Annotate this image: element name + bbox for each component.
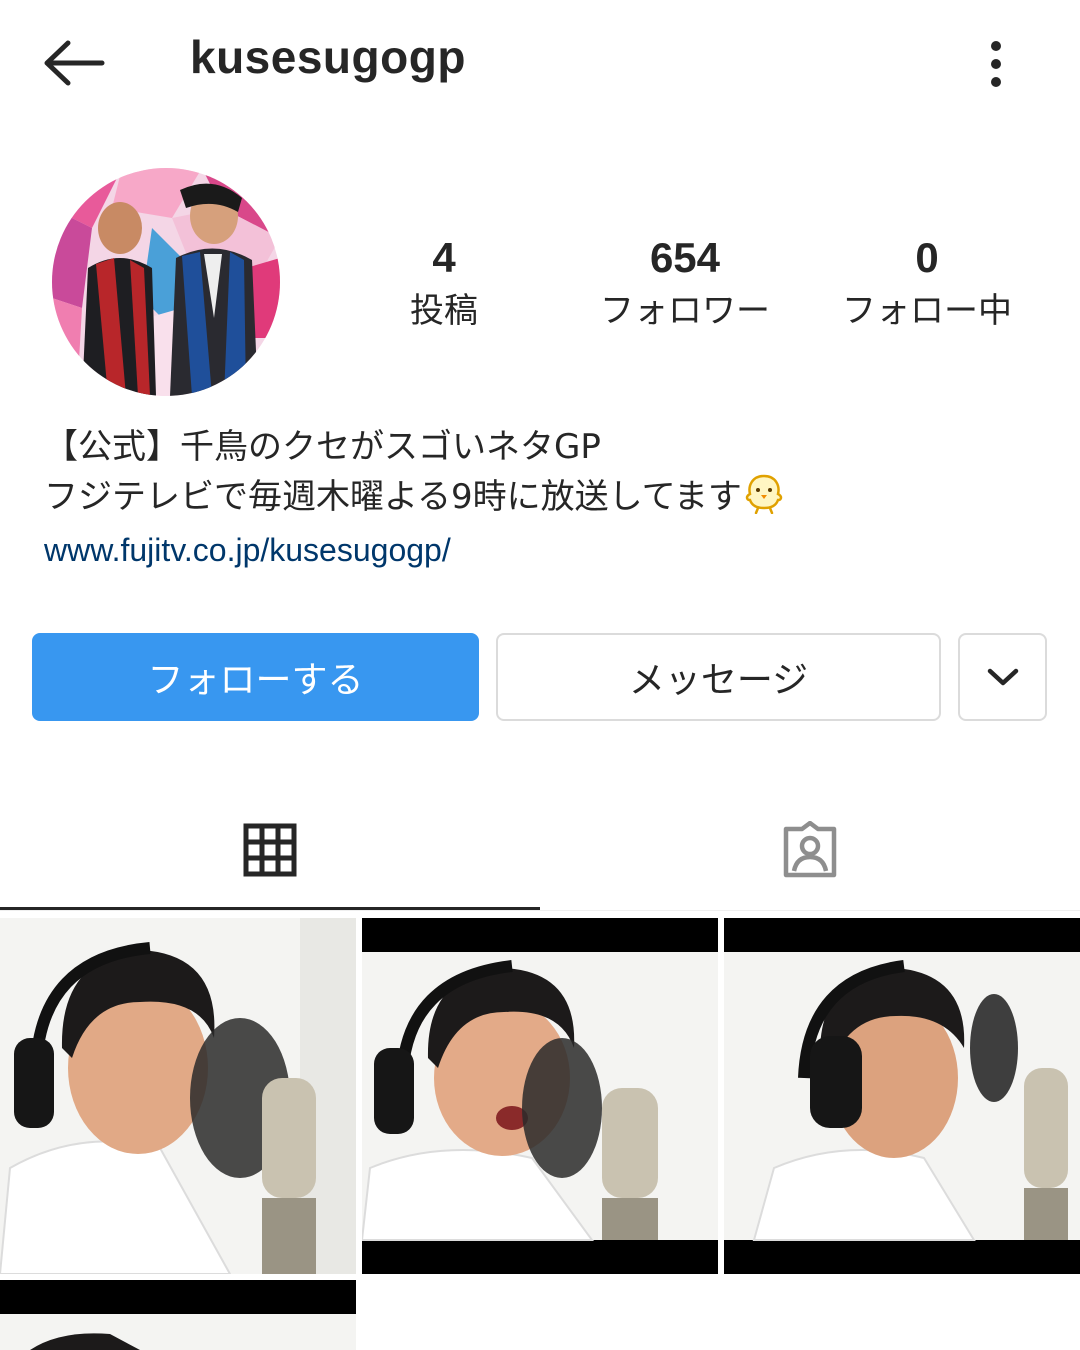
tab-posts-grid[interactable] [0, 790, 540, 910]
bio-line-1: 【公式】千鳥のクセがスゴいネタGP [44, 427, 601, 467]
profile-avatar[interactable] [52, 168, 280, 396]
stat-following[interactable]: 0 フォロー中 [822, 232, 1032, 338]
avatar-photo [52, 168, 280, 396]
followers-label: フォロワー [600, 291, 770, 331]
post-thumbnail[interactable] [724, 918, 1080, 1274]
grid-icon [243, 823, 297, 877]
post-thumbnail[interactable] [0, 918, 356, 1274]
message-button[interactable]: メッセージ [496, 633, 941, 721]
chevron-down-icon [987, 668, 1018, 686]
posts-count: 4 [432, 234, 456, 281]
posts-label: 投稿 [410, 291, 478, 331]
following-count: 0 [915, 234, 939, 281]
stat-posts[interactable]: 4 投稿 [384, 232, 504, 338]
post-thumbnail[interactable] [0, 1280, 356, 1350]
bio-website-link[interactable]: www.fujitv.co.jp/kusesugogp/ [44, 524, 1044, 576]
post-image-singer [0, 918, 356, 1274]
more-vertical-icon [991, 41, 1001, 87]
profile-tabs [0, 790, 1080, 912]
followers-count: 654 [649, 234, 721, 281]
back-button[interactable] [40, 38, 106, 88]
baby-chick-icon [742, 472, 786, 515]
bio-line-2: フジテレビで毎週木曜よる9時に放送してます [44, 477, 742, 517]
post-image-singer [724, 918, 1080, 1274]
arrow-left-icon [44, 40, 105, 86]
following-label: フォロー中 [842, 291, 1012, 331]
post-image-singer [0, 1280, 356, 1350]
suggested-dropdown-button[interactable] [958, 633, 1047, 721]
top-bar: kusesugogp [0, 0, 1080, 130]
tabs-divider [0, 910, 1080, 911]
tab-tagged[interactable] [540, 790, 1080, 910]
bio-line-2-wrap: フジテレビで毎週木曜よる9時に放送してます [44, 472, 1044, 522]
post-image-singer [362, 918, 718, 1274]
profile-username: kusesugogp [190, 31, 466, 83]
tagged-person-icon [783, 821, 837, 878]
follow-button[interactable]: フォローする [32, 633, 479, 721]
stat-followers[interactable]: 654 フォロワー [580, 232, 790, 338]
profile-bio: 【公式】千鳥のクセがスゴいネタGP フジテレビで毎週木曜よる9時に放送してます … [44, 422, 1044, 576]
more-options-button[interactable] [976, 38, 1016, 90]
post-thumbnail[interactable] [362, 918, 718, 1274]
